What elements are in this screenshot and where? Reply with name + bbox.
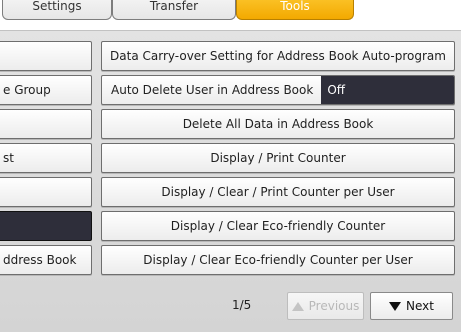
left-item-5[interactable] — [0, 177, 92, 207]
page-count: 1/5 — [232, 298, 252, 312]
delete-all-data-button[interactable]: Delete All Data in Address Book — [101, 109, 455, 139]
counter-per-user-button[interactable]: Display / Clear / Print Counter per User — [101, 177, 455, 207]
tab-transfer[interactable]: Transfer — [112, 0, 236, 20]
left-item-7-label: ddress Book — [3, 253, 77, 267]
previous-label: Previous — [308, 299, 360, 313]
next-label: Next — [406, 299, 434, 313]
tools-panel: e Group st ddress Book Data Carry-over S… — [0, 30, 461, 332]
delete-all-data-label: Delete All Data in Address Book — [182, 117, 374, 131]
counter-per-user-label: Display / Clear / Print Counter per User — [161, 185, 395, 199]
tab-bar: Settings Transfer Tools — [0, 0, 461, 30]
left-item-6[interactable] — [0, 211, 92, 241]
display-print-counter-label: Display / Print Counter — [210, 151, 346, 165]
eco-friendly-counter-per-user-label: Display / Clear Eco-friendly Counter per… — [143, 253, 413, 267]
display-print-counter-button[interactable]: Display / Print Counter — [101, 143, 455, 173]
left-item-3[interactable] — [0, 109, 92, 139]
tab-transfer-label: Transfer — [149, 0, 199, 13]
data-carry-over-setting-button[interactable]: Data Carry-over Setting for Address Book… — [101, 41, 455, 71]
tab-settings[interactable]: Settings — [2, 0, 112, 20]
auto-delete-user-status: Off — [321, 76, 454, 104]
left-item-2[interactable]: e Group — [0, 75, 92, 105]
triangle-down-icon — [389, 301, 402, 311]
tab-tools[interactable]: Tools — [236, 0, 354, 20]
left-item-4[interactable]: st — [0, 143, 92, 173]
left-item-4-label: st — [3, 151, 14, 165]
left-item-1[interactable] — [0, 41, 92, 71]
eco-friendly-counter-button[interactable]: Display / Clear Eco-friendly Counter — [101, 211, 455, 241]
tab-tools-label: Tools — [280, 0, 310, 13]
auto-delete-user-button[interactable]: Auto Delete User in Address Book Off — [101, 75, 455, 105]
previous-button[interactable]: Previous — [287, 292, 364, 320]
pager: 1/5 Previous Next — [0, 289, 461, 321]
auto-delete-user-label: Auto Delete User in Address Book — [111, 83, 314, 97]
triangle-up-icon — [291, 301, 304, 311]
tab-settings-label: Settings — [32, 0, 82, 13]
eco-friendly-counter-per-user-button[interactable]: Display / Clear Eco-friendly Counter per… — [101, 245, 455, 275]
data-carry-over-setting-label: Data Carry-over Setting for Address Book… — [110, 49, 446, 63]
left-item-7[interactable]: ddress Book — [0, 245, 92, 275]
left-item-2-label: e Group — [3, 83, 51, 97]
next-button[interactable]: Next — [370, 292, 453, 320]
eco-friendly-counter-label: Display / Clear Eco-friendly Counter — [170, 219, 386, 233]
